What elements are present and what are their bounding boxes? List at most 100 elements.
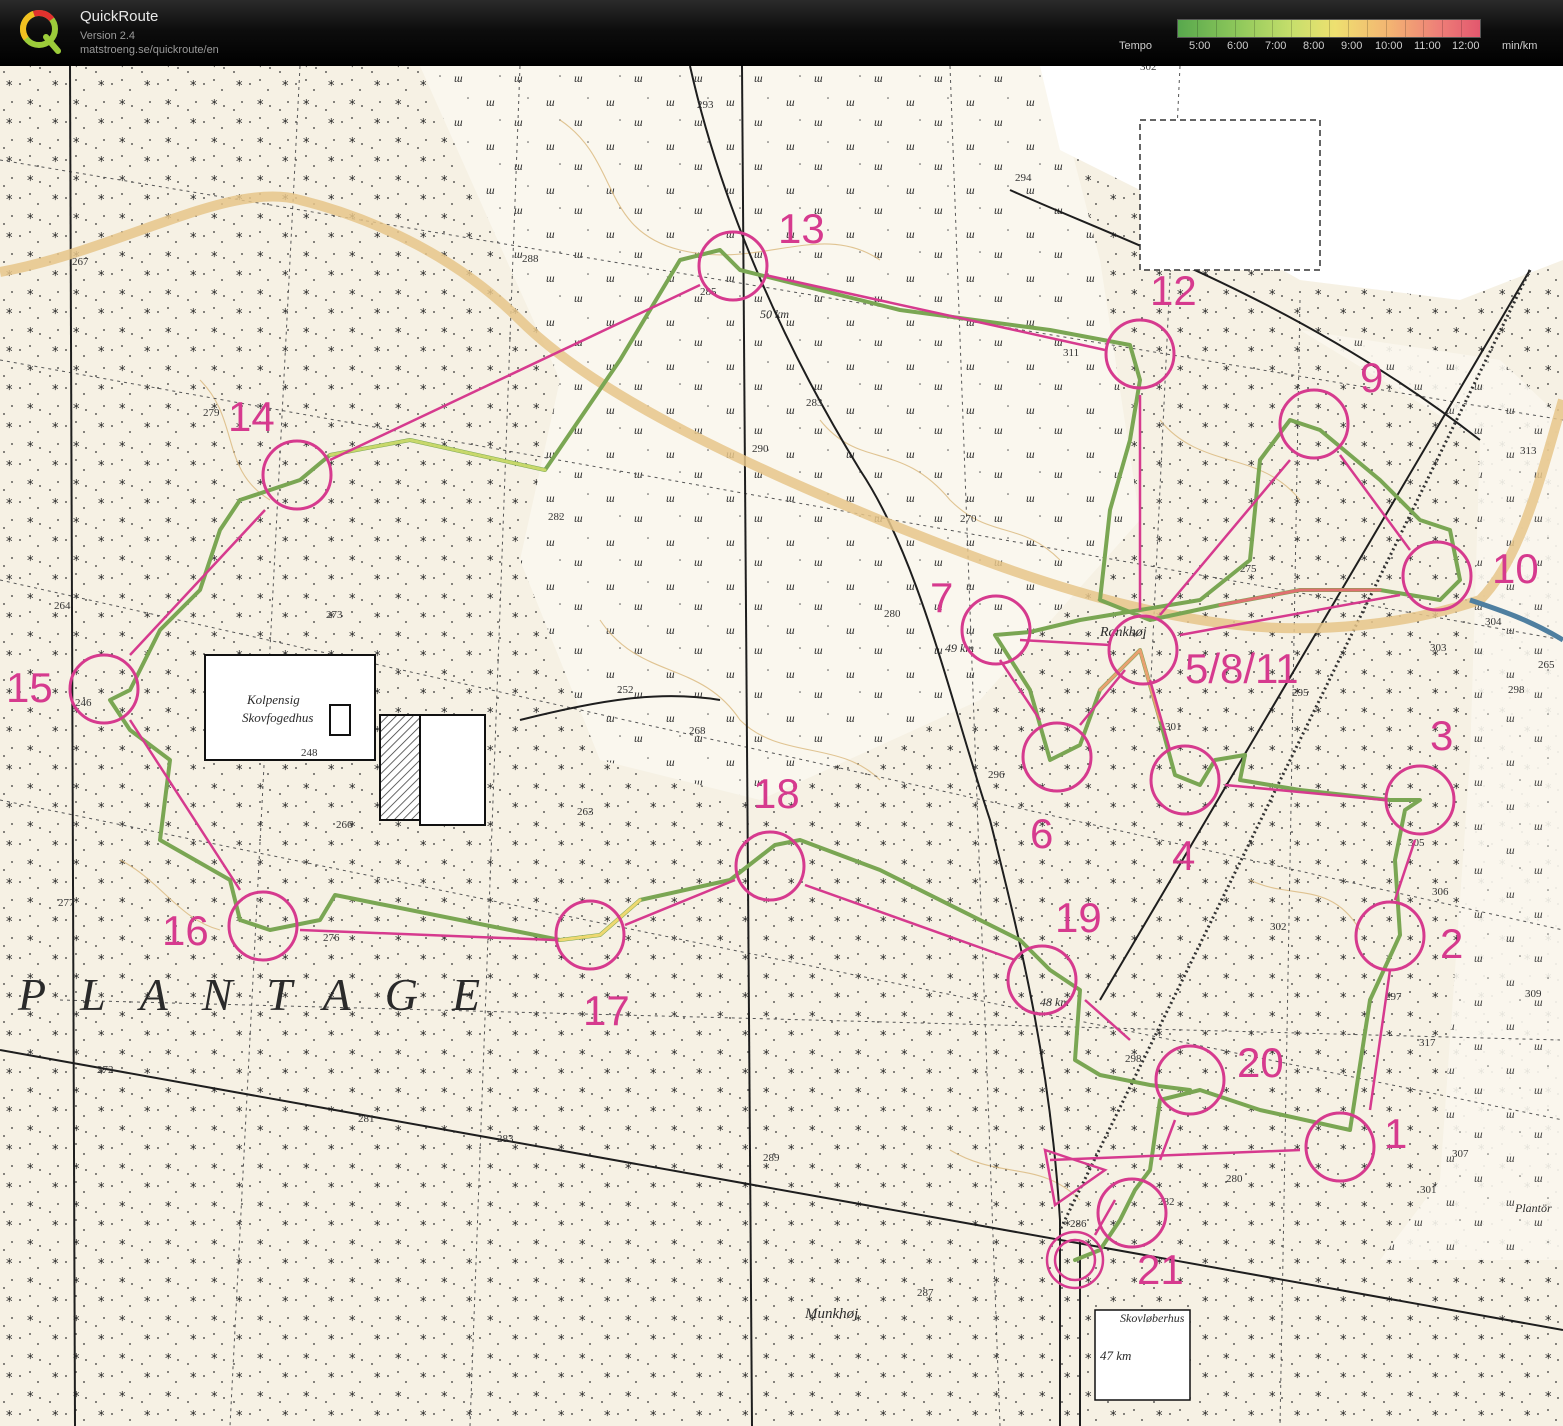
control-number: 5/8/11 [1185,645,1299,692]
munkhoj-label: Munkhøj [804,1306,858,1322]
control-number: 16 [162,907,209,954]
tempo-scale-tick [1196,20,1198,37]
tempo-scale-label: 9:00 [1341,40,1363,52]
spot-height: 268 [689,725,706,737]
skovfogedhus-label: Skovfogedhus [242,710,313,725]
spot-height: 307 [1452,1148,1469,1160]
control-number: 19 [1055,894,1102,941]
spot-height: 305 [1408,837,1425,849]
plantor-label: Plantör [1514,1201,1552,1215]
app-url: matstroeng.se/quickroute/en [80,44,219,56]
tempo-scale-tick [1291,20,1293,37]
quickroute-logo-icon [20,10,61,54]
tempo-scale-tick [1385,20,1387,37]
tempo-scale-tick [1347,20,1349,37]
tempo-scale-tick [1272,20,1274,37]
spot-height: 265 [1538,659,1555,671]
spot-height: 273 [326,609,343,621]
control-number: 20 [1237,1039,1284,1086]
spot-height: 311 [1063,347,1079,359]
tempo-scale-label: 12:00 [1452,40,1480,52]
spot-height: 298 [1125,1053,1142,1065]
tempo-scale-label: 11:00 [1414,40,1441,52]
plantage-label: PLANTAGE [17,969,514,1020]
control-number: 9 [1360,354,1383,401]
spot-height: 288 [522,253,539,265]
km-marker: 50 km [760,307,789,321]
app-version: Version 2.4 [80,30,136,42]
spot-height: 263 [577,806,594,818]
spot-height: 283 [497,1133,514,1145]
spot-height: 302 [1140,66,1157,73]
spot-height: 309 [1525,988,1542,1000]
spot-height: 302 [1270,921,1287,933]
spot-height: 252 [617,684,634,696]
control-number: 21 [1137,1246,1184,1293]
control-number: 4 [1172,832,1195,879]
quickroute-window: QuickRoute Version 2.4 matstroeng.se/qui… [0,0,1563,1426]
control-number: 7 [930,574,953,621]
spot-height: 287 [917,1287,934,1299]
control-number: 15 [6,664,53,711]
spot-height: 313 [1520,445,1537,457]
tempo-scale-tick [1404,20,1406,37]
spot-height: 286 [1070,1218,1087,1230]
tempo-scale-tick [1253,20,1255,37]
control-number: 6 [1030,810,1053,857]
spot-height: 289 [763,1152,780,1164]
tempo-scale-tick [1329,20,1330,37]
control-number: 10 [1492,545,1539,592]
control-number: 13 [778,205,825,252]
app-title: QuickRoute [80,8,159,25]
spot-height: 317 [1419,1037,1436,1049]
control-number: 18 [753,770,800,817]
orienteering-map[interactable]: * * ɯ ɯ [0,66,1563,1426]
spot-height: 283 [806,397,823,409]
tempo-color-scale [1177,19,1481,38]
tempo-scale-tick [1234,20,1236,37]
spot-height: 304 [1485,616,1502,628]
spot-height: 280 [884,608,901,620]
spot-height: 279 [203,407,220,419]
tempo-unit-label: min/km [1502,40,1538,52]
spot-height: 270 [960,513,977,525]
control-number: 14 [228,393,275,440]
field-enclosure [1139,119,1321,271]
tempo-scale-tick [1442,20,1444,37]
skovloberhus-label: Skovløberhus [1120,1311,1185,1325]
spot-height: 266 [336,819,353,831]
tempo-scale-tick [1310,20,1312,37]
tempo-scale-tick [1423,20,1425,37]
tempo-scale-tick [1366,20,1368,37]
spot-height: 293 [697,99,714,111]
spot-height: 277 [58,897,75,909]
spot-height: 272 [97,1064,114,1076]
spot-height: 276 [323,932,340,944]
header-bar: QuickRoute Version 2.4 matstroeng.se/qui… [0,0,1563,66]
spot-height: 264 [54,600,71,612]
spot-height: 298 [1508,684,1525,696]
control-number: 12 [1150,267,1197,314]
tempo-scale-label: 8:00 [1303,40,1325,52]
spot-height: 281 [358,1113,375,1125]
tempo-label: Tempo [1119,40,1153,52]
tempo-scale-label: 10:00 [1375,40,1403,52]
control-number: 2 [1440,920,1463,967]
spot-height: 280 [1226,1173,1243,1185]
spot-height: 290 [752,443,769,455]
spot-height: 248 [301,747,318,759]
control-number: 3 [1430,712,1453,759]
tempo-scale-tick [1461,20,1463,37]
spot-height: 294 [1015,172,1032,184]
spot-height: 301 [1420,1184,1437,1196]
tempo-scale-label: 7:00 [1265,40,1287,52]
control-number: 1 [1384,1110,1407,1157]
spot-height: 282 [548,511,565,523]
rankhoj-label: Rankhøj [1099,625,1147,640]
tempo-scale-label: 5:00 [1189,40,1211,52]
spot-height: 306 [1432,886,1449,898]
km-marker: 47 km [1100,1348,1131,1363]
spot-height: 246 [75,697,92,709]
kolpensig-label: Kolpensig [246,692,300,707]
spot-height: 296 [988,769,1005,781]
